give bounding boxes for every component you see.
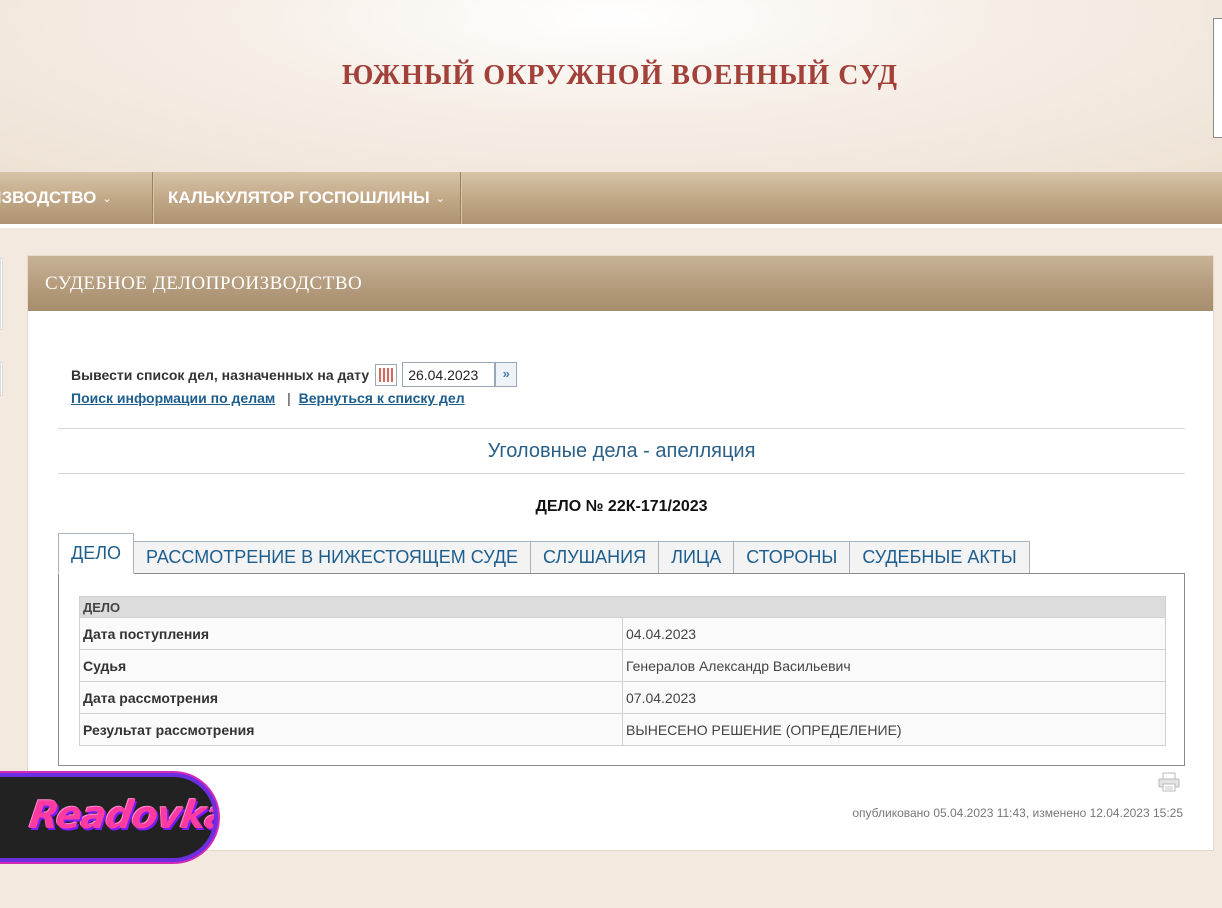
row-label: Дата рассмотрения <box>79 681 623 714</box>
case-links: Поиск информации по делам | Вернуться к … <box>71 390 465 406</box>
case-panel: СУДЕБНОЕ ДЕЛОПРОИЗВОДСТВО Вывести список… <box>27 255 1214 851</box>
row-value: 07.04.2023 <box>622 681 1166 714</box>
search-cases-link[interactable]: Поиск информации по делам <box>71 390 275 406</box>
table-header: ДЕЛО <box>79 596 1166 618</box>
tab-content: ДЕЛО Дата поступления 04.04.2023 Судья Г… <box>58 573 1185 766</box>
tab-case[interactable]: ДЕЛО <box>58 533 135 574</box>
panel-title: СУДЕБНОЕ ДЕЛОПРОИЗВОДСТВО <box>28 256 1213 311</box>
site-header: ЮЖНЫЙ ОКРУЖНОЙ ВОЕННЫЙ СУД <box>0 0 1222 172</box>
row-label: Результат рассмотрения <box>79 713 623 746</box>
date-filter: Вывести список дел, назначенных на дату … <box>71 362 518 387</box>
date-filter-label: Вывести список дел, назначенных на дату <box>71 366 370 383</box>
main-nav: ОИЗВОДСТВО ⌄ КАЛЬКУЛЯТОР ГОСПОШЛИНЫ ⌄ <box>0 172 1222 224</box>
table-row: Дата рассмотрения 07.04.2023 <box>79 681 1166 714</box>
header-side-panel <box>1213 18 1222 138</box>
case-number: ДЕЛО № 22К-171/2023 <box>535 498 708 515</box>
calendar-icon[interactable] <box>375 363 398 386</box>
table-row: Дата поступления 04.04.2023 <box>79 617 1166 650</box>
case-info-table: ДЕЛО Дата поступления 04.04.2023 Судья Г… <box>79 596 1166 746</box>
divider <box>58 428 1185 429</box>
nav-divider <box>0 224 1222 228</box>
left-edge-tab <box>0 362 3 396</box>
nav-item-label: ОИЗВОДСТВО <box>0 188 97 207</box>
table-row: Судья Генералов Александр Васильевич <box>79 649 1166 682</box>
tab-lower-court[interactable]: РАССМОТРЕНИЕ В НИЖЕСТОЯЩЕМ СУДЕ <box>134 541 532 574</box>
chevron-down-icon: ⌄ <box>435 192 445 205</box>
chevron-down-icon: ⌄ <box>102 192 112 205</box>
row-value: ВЫНЕСЕНО РЕШЕНИЕ (ОПРЕДЕЛЕНИЕ) <box>622 713 1166 746</box>
tab-hearings[interactable]: СЛУШАНИЯ <box>531 541 660 574</box>
row-label: Судья <box>79 649 623 682</box>
case-category: Уголовные дела - апелляция <box>487 440 756 462</box>
back-to-list-link[interactable]: Вернуться к списку дел <box>299 390 465 406</box>
case-tabs: ДЕЛО РАССМОТРЕНИЕ В НИЖЕСТОЯЩЕМ СУДЕ СЛУ… <box>58 533 1030 574</box>
left-edge-tab <box>0 258 3 330</box>
row-value: Генералов Александр Васильевич <box>622 649 1166 682</box>
tab-persons[interactable]: ЛИЦА <box>659 541 735 574</box>
tab-parties[interactable]: СТОРОНЫ <box>734 541 851 574</box>
row-label: Дата поступления <box>79 617 623 650</box>
site-title: ЮЖНЫЙ ОКРУЖНОЙ ВОЕННЫЙ СУД <box>341 60 899 91</box>
table-header-row: ДЕЛО <box>79 596 1166 618</box>
printer-icon[interactable] <box>1158 772 1180 792</box>
nav-item-label: КАЛЬКУЛЯТОР ГОСПОШЛИНЫ <box>168 188 430 207</box>
tab-court-acts[interactable]: СУДЕБНЫЕ АКТЫ <box>850 541 1030 574</box>
arrow-right-icon[interactable]: » <box>495 362 518 387</box>
table-row: Результат рассмотрения ВЫНЕСЕНО РЕШЕНИЕ … <box>79 713 1166 746</box>
divider <box>58 473 1185 474</box>
link-separator: | <box>287 390 291 406</box>
nav-item-proceedings[interactable]: ОИЗВОДСТВО ⌄ <box>0 172 153 224</box>
watermark-text: Readovka <box>26 793 218 837</box>
nav-item-fee-calculator[interactable]: КАЛЬКУЛЯТОР ГОСПОШЛИНЫ ⌄ <box>153 172 461 224</box>
publish-info: опубликовано 05.04.2023 11:43, изменено … <box>852 806 1183 820</box>
row-value: 04.04.2023 <box>622 617 1166 650</box>
watermark-logo: Readovka <box>0 773 218 862</box>
date-field[interactable] <box>402 362 496 387</box>
